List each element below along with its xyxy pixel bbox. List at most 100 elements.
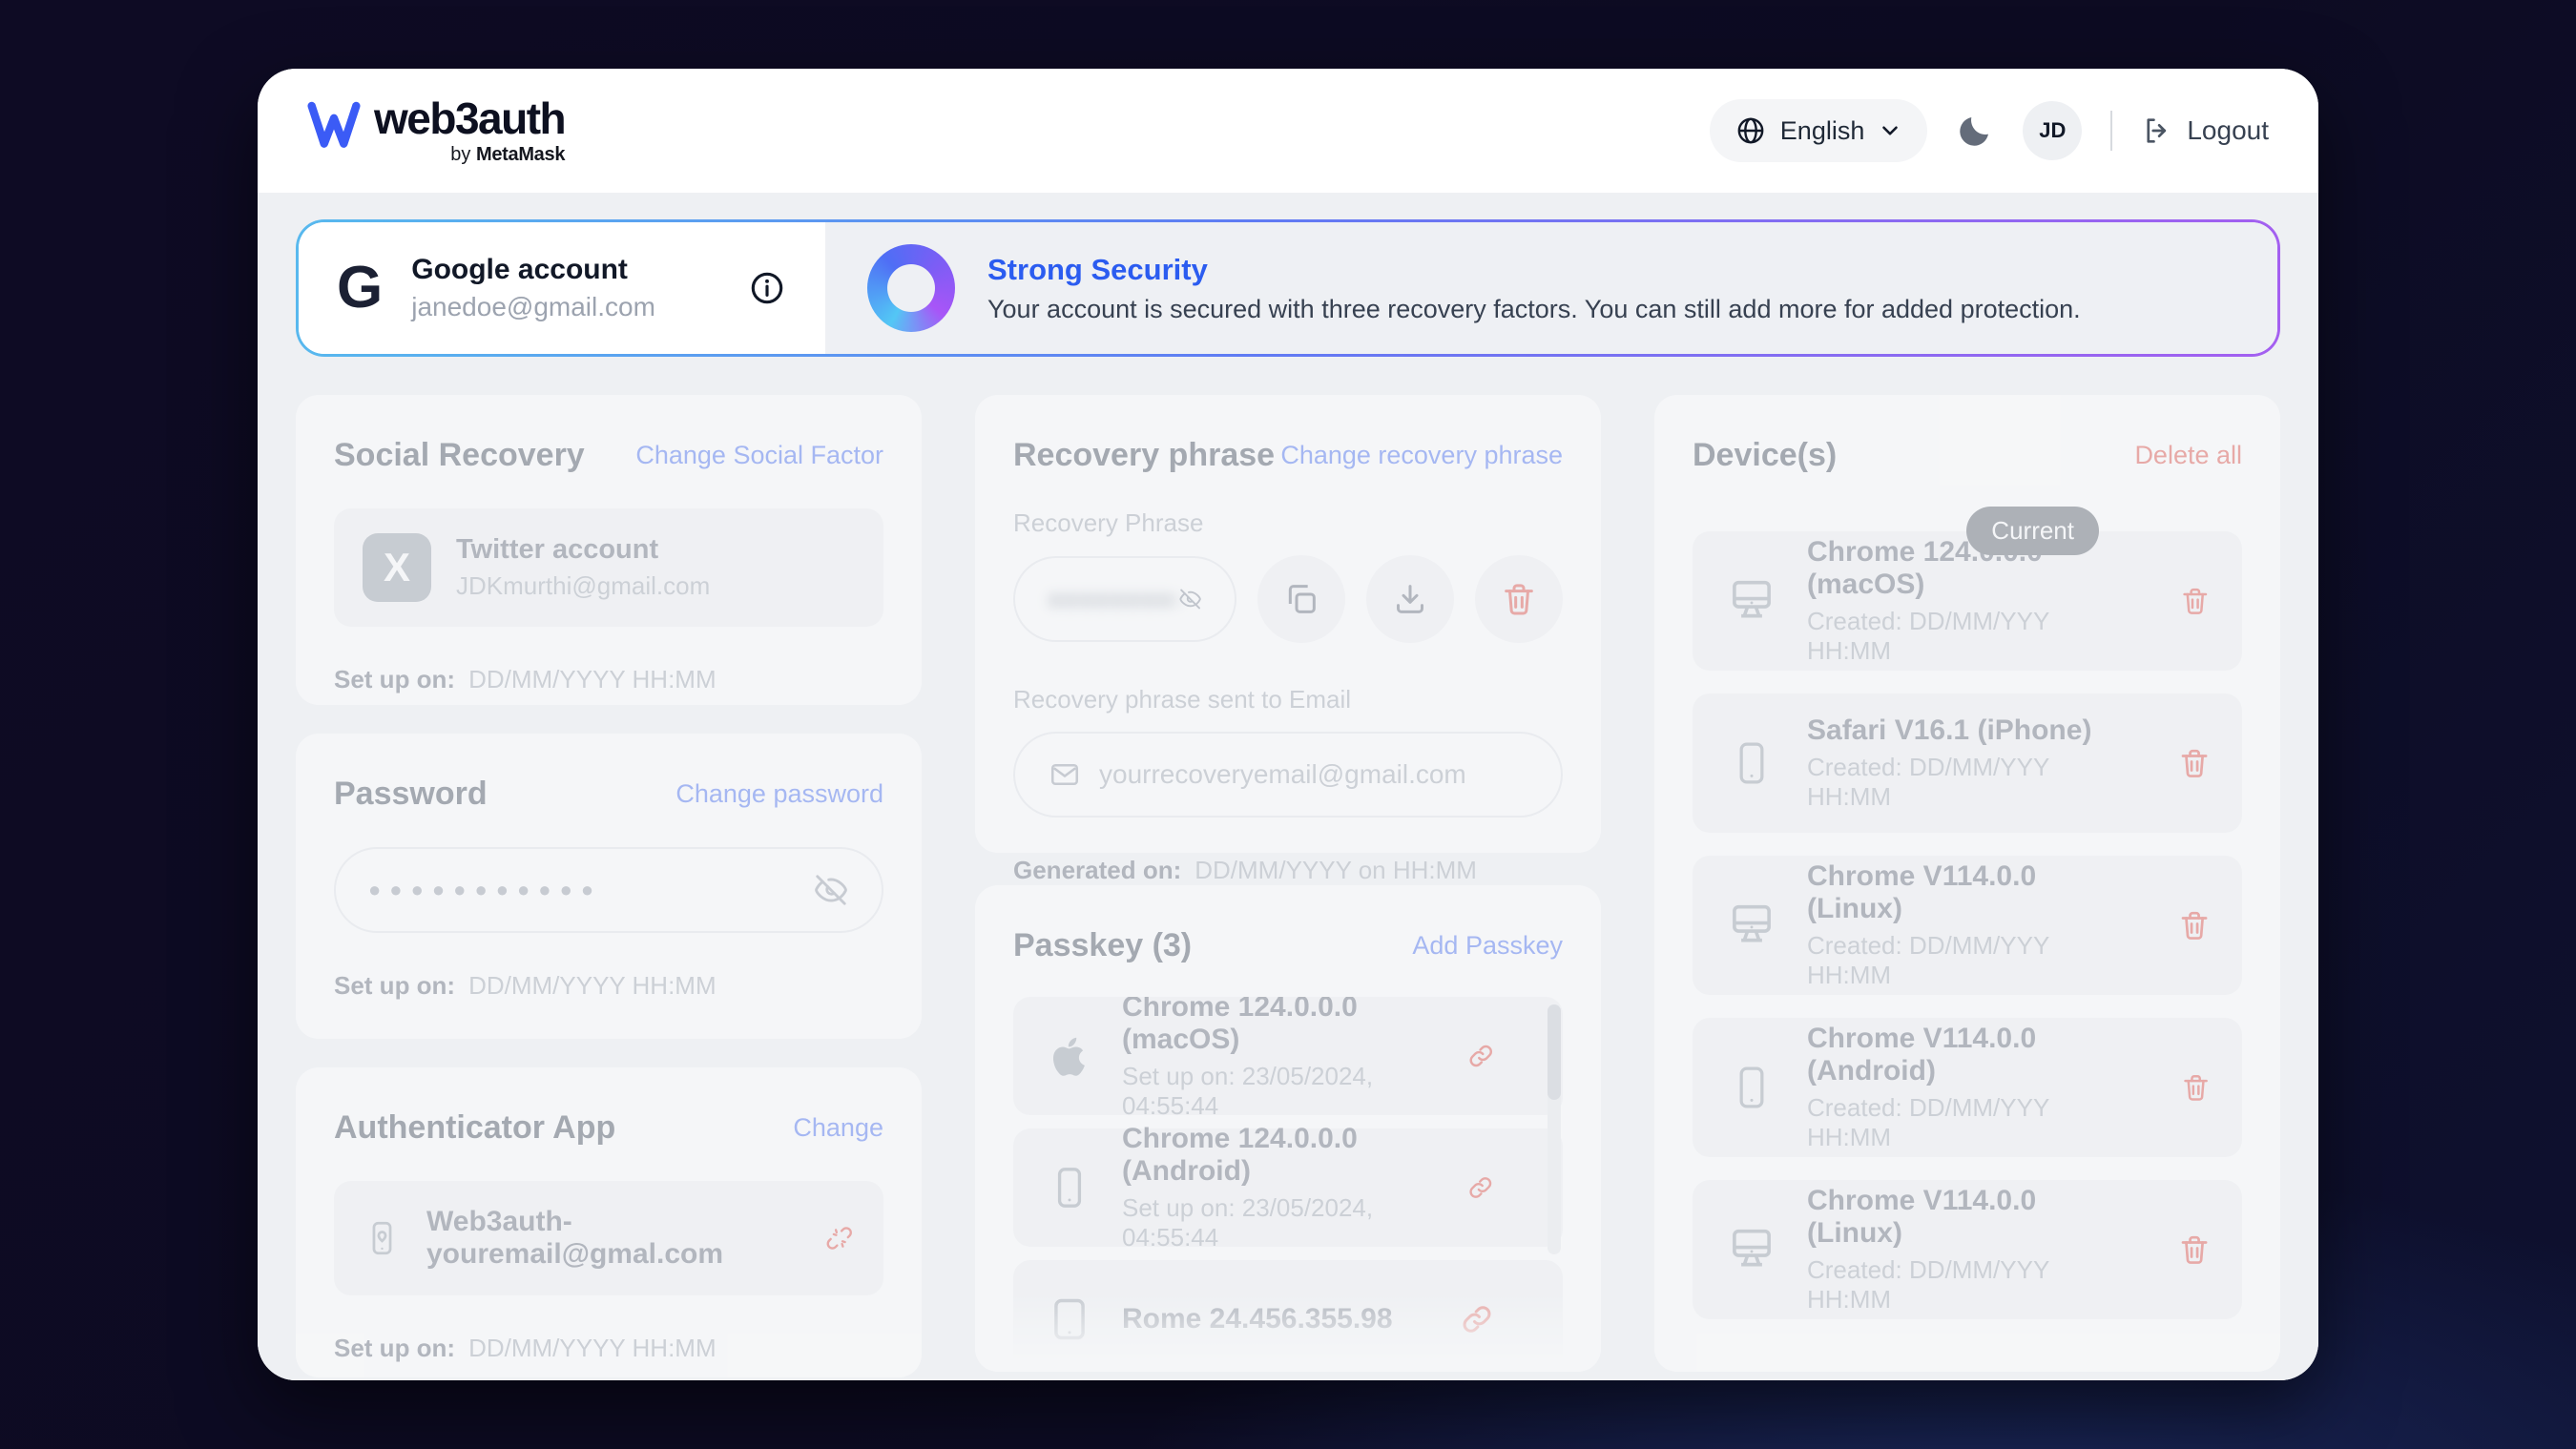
- eye-off-icon[interactable]: [1178, 582, 1202, 616]
- social-recovery-card: Social Recovery Change Social Factor X T…: [296, 395, 922, 705]
- desktop-background: web3auth by MetaMask English: [0, 0, 2576, 1449]
- passkey-scrollbar[interactable]: [1548, 1004, 1561, 1254]
- link-icon[interactable]: [1465, 1037, 1497, 1075]
- byline-brand: MetaMask: [476, 144, 565, 165]
- byline-prefix: by: [450, 144, 476, 165]
- device-created: Created: DD/MM/YYY HH:MM: [1807, 1093, 2127, 1152]
- change-password-link[interactable]: Change password: [675, 779, 883, 809]
- security-banner: G Google account janedoe@gmail.com: [296, 219, 2280, 357]
- passkey-name: Chrome 124.0.0.0 (macOS): [1122, 997, 1416, 1056]
- recovery-generated-line: Generated on: DD/MM/YYYY on HH:MM: [1013, 856, 1563, 885]
- setup-label: Set up on:: [334, 665, 455, 694]
- passkey-list: Chrome 124.0.0.0 (macOS) Set up on: 23/0…: [1013, 997, 1563, 1361]
- logout-label: Logout: [2187, 115, 2269, 146]
- recovery-email-field[interactable]: yourrecoveryemail@gmail.com: [1013, 732, 1563, 818]
- recovery-email-value: yourrecoveryemail@gmail.com: [1099, 759, 1466, 790]
- link-icon[interactable]: [1465, 1169, 1496, 1207]
- twitter-account-row: X Twitter account JDKmurthi@gmail.com: [334, 508, 883, 627]
- passkey-title: Passkey (3): [1013, 927, 1192, 964]
- social-recovery-title: Social Recovery: [334, 437, 585, 474]
- security-status-title: Strong Security: [987, 253, 2081, 287]
- desktop-icon: [1724, 1222, 1779, 1277]
- device-name: Chrome V114.0.0 (Android): [1807, 1023, 2127, 1087]
- device-row: Chrome V114.0.0 (Linux) Created: DD/MM/Y…: [1693, 856, 2242, 995]
- recovery-phrase-field[interactable]: ●●●●●●●●●●●●: [1013, 556, 1236, 642]
- recovery-phrase-hidden-value: ●●●●●●●●●●●●: [1048, 585, 1178, 614]
- passkey-card: Passkey (3) Add Passkey: [975, 885, 1601, 1372]
- device-created: Created: DD/MM/YYY HH:MM: [1807, 753, 2124, 812]
- authenticator-account: Web3auth-youremail@gmal.com: [426, 1206, 776, 1271]
- device-name: Safari V16.1 (iPhone): [1807, 714, 2124, 747]
- add-passkey-link[interactable]: Add Passkey: [1412, 931, 1563, 961]
- tablet-icon: [1045, 1294, 1094, 1344]
- authenticator-title: Authenticator App: [334, 1109, 615, 1147]
- recovery-phrase-title: Recovery phrase: [1013, 437, 1275, 474]
- passkey-setup: Set up on: 23/05/2024, 04:55:44: [1122, 1193, 1416, 1252]
- recovery-phrase-card: Recovery phrase Change recovery phrase R…: [975, 395, 1601, 853]
- current-device-badge: Current: [1966, 507, 2099, 555]
- device-name: Chrome V114.0.0 (Linux): [1807, 860, 2124, 925]
- device-row: Safari V16.1 (iPhone) Created: DD/MM/YYY…: [1693, 693, 2242, 833]
- phone-icon: [1046, 1164, 1093, 1211]
- download-icon: [1391, 580, 1429, 618]
- logout-button[interactable]: Logout: [2141, 114, 2269, 147]
- trash-icon[interactable]: [2177, 1232, 2212, 1268]
- account-info-button[interactable]: [747, 268, 787, 308]
- device-created: Created: DD/MM/YYY HH:MM: [1807, 607, 2126, 666]
- password-field[interactable]: ●●●●●●●●●●●: [334, 847, 883, 933]
- device-created: Created: DD/MM/YYY HH:MM: [1807, 931, 2124, 990]
- generated-label: Generated on:: [1013, 856, 1181, 885]
- eye-off-icon[interactable]: [813, 872, 849, 908]
- header-actions: English JD Logout: [1710, 99, 2269, 162]
- account-provider-title: Google account: [411, 254, 655, 286]
- dark-mode-toggle[interactable]: [1956, 112, 1994, 150]
- devices-list: Current Chrome 124.0.0.0 (macOS) Created…: [1693, 531, 2242, 1319]
- authenticator-account-row: Web3auth-youremail@gmal.com: [334, 1181, 883, 1295]
- passkey-row: Rome 24.456.355.98: [1013, 1260, 1563, 1361]
- web3auth-logo: web3auth by MetaMask: [307, 95, 565, 165]
- password-title: Password: [334, 776, 488, 813]
- download-phrase-button[interactable]: [1366, 555, 1454, 643]
- account-email: janedoe@gmail.com: [411, 292, 655, 322]
- password-card: Password Change password ●●●●●●●●●●●: [296, 734, 922, 1039]
- authenticator-card: Authenticator App Change Web3auth-yourem…: [296, 1067, 922, 1377]
- delete-phrase-button[interactable]: [1475, 555, 1563, 643]
- brand-name: web3auth: [374, 95, 565, 141]
- device-row: Chrome V114.0.0 (Android) Created: DD/MM…: [1693, 1018, 2242, 1157]
- copy-phrase-button[interactable]: [1257, 555, 1345, 643]
- globe-icon: [1735, 114, 1767, 147]
- language-selector[interactable]: English: [1710, 99, 1928, 162]
- generated-value: DD/MM/YYYY on HH:MM: [1195, 856, 1477, 885]
- passkey-row: Chrome 124.0.0.0 (macOS) Set up on: 23/0…: [1013, 997, 1563, 1115]
- twitter-account-email: JDKmurthi@gmail.com: [456, 571, 710, 601]
- change-recovery-phrase-link[interactable]: Change recovery phrase: [1280, 441, 1563, 470]
- security-level-ring: [867, 244, 955, 332]
- recovery-email-label: Recovery phrase sent to Email: [1013, 685, 1563, 714]
- google-icon: G: [337, 259, 383, 318]
- column-right: Device(s) Delete all Current: [1654, 395, 2280, 1377]
- security-status-panel: Strong Security Your account is secured …: [825, 222, 2277, 354]
- page-body: G Google account janedoe@gmail.com: [258, 193, 2318, 1380]
- passkey-scrollbar-thumb[interactable]: [1548, 1004, 1561, 1100]
- social-setup-line: Set up on: DD/MM/YYYY HH:MM: [334, 665, 883, 694]
- password-setup-line: Set up on: DD/MM/YYYY HH:MM: [334, 971, 883, 1001]
- web3auth-logo-icon: [307, 101, 361, 151]
- unlink-icon[interactable]: [824, 1219, 855, 1257]
- trash-icon[interactable]: [2177, 907, 2212, 943]
- trash-icon[interactable]: [2177, 745, 2212, 781]
- trash-icon[interactable]: [2179, 583, 2212, 619]
- authenticator-setup-line: Set up on: DD/MM/YYYY HH:MM: [334, 1334, 883, 1363]
- setup-value: DD/MM/YYYY HH:MM: [468, 971, 717, 1001]
- setup-value: DD/MM/YYYY HH:MM: [468, 665, 717, 694]
- delete-all-devices-link[interactable]: Delete all: [2134, 441, 2242, 470]
- apple-icon: [1044, 1030, 1095, 1082]
- passkey-setup: Set up on: 23/05/2024, 04:55:44: [1122, 1062, 1416, 1121]
- trash-icon[interactable]: [2180, 1069, 2212, 1106]
- avatar[interactable]: JD: [2023, 101, 2082, 160]
- desktop-icon: [1724, 573, 1779, 629]
- change-social-factor-link[interactable]: Change Social Factor: [635, 441, 883, 470]
- logo-texts: web3auth by MetaMask: [374, 95, 565, 165]
- header-divider: [2110, 111, 2112, 151]
- change-authenticator-link[interactable]: Change: [793, 1113, 883, 1143]
- link-icon[interactable]: [1458, 1300, 1496, 1338]
